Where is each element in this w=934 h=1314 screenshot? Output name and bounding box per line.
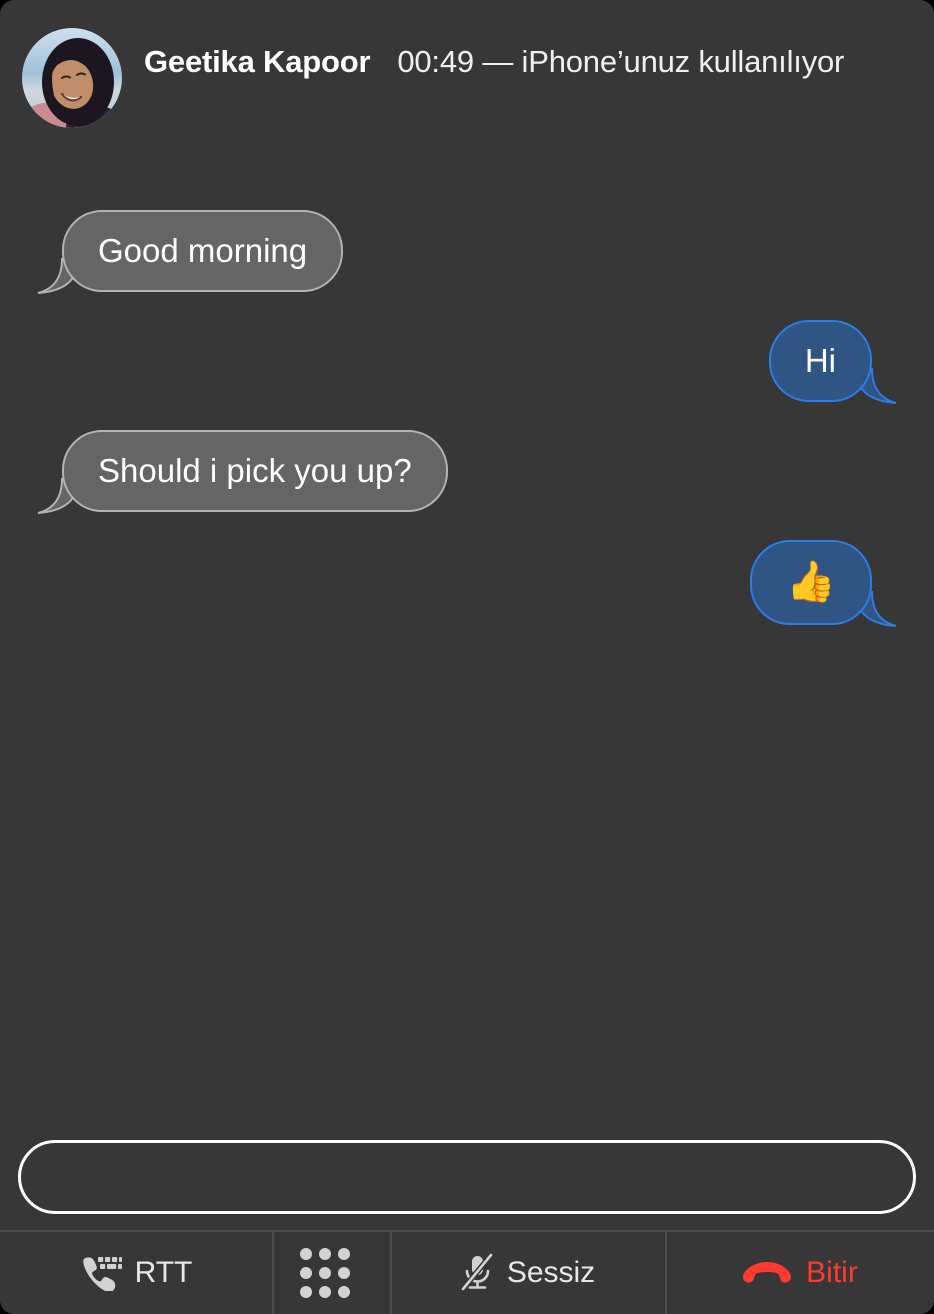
rtt-input-zone [0, 1140, 934, 1230]
phone-keyboard-icon [80, 1255, 122, 1291]
call-header: Geetika Kapoor 00:49 — iPhone’unuz kullan… [0, 0, 934, 150]
end-call-icon [741, 1259, 793, 1287]
thumbs-up-emoji: 👍 [786, 559, 836, 604]
message-bubble-outgoing: 👍 [750, 539, 906, 627]
message-bubble-incoming: Should i pick you up? [28, 429, 448, 514]
rtt-button[interactable]: RTT [0, 1232, 272, 1314]
message-row: Should i pick you up? [28, 429, 906, 514]
message-text: Should i pick you up? [62, 429, 448, 512]
message-row: Hi [28, 319, 906, 404]
message-bubble-outgoing: Hi [768, 319, 906, 404]
rtt-text-input[interactable] [18, 1140, 916, 1214]
end-call-button-label: Bitir [806, 1256, 858, 1289]
message-row: 👍 [28, 539, 906, 627]
message-bubble-incoming: Good morning [28, 210, 344, 294]
call-status: 00:49 — iPhone’unuz kullanılıyor [397, 44, 845, 79]
call-toolbar: RTT Sessiz Bitir [0, 1230, 934, 1314]
microphone-muted-icon [460, 1253, 494, 1293]
mute-button[interactable]: Sessiz [390, 1232, 665, 1314]
keypad-icon [299, 1248, 350, 1298]
message-text: Good morning [62, 210, 344, 292]
mute-button-label: Sessiz [506, 1256, 596, 1289]
message-row: Good morning [28, 210, 906, 294]
rtt-transcript: Good morning Hi Should i pick you up? 👍 [0, 150, 934, 1140]
end-call-button[interactable]: Bitir [665, 1232, 934, 1314]
rtt-button-label: RTT [134, 1256, 193, 1289]
facetime-rtt-call-window: Geetika Kapoor 00:49 — iPhone’unuz kullan… [0, 0, 934, 1314]
caller-name: Geetika Kapoor [144, 44, 371, 79]
call-header-text: Geetika Kapoor 00:49 — iPhone’unuz kullan… [144, 46, 844, 77]
message-text: Hi [768, 319, 872, 402]
message-emoji-bubble: 👍 [750, 539, 872, 625]
keypad-button[interactable] [272, 1232, 390, 1314]
contact-avatar [22, 28, 122, 128]
